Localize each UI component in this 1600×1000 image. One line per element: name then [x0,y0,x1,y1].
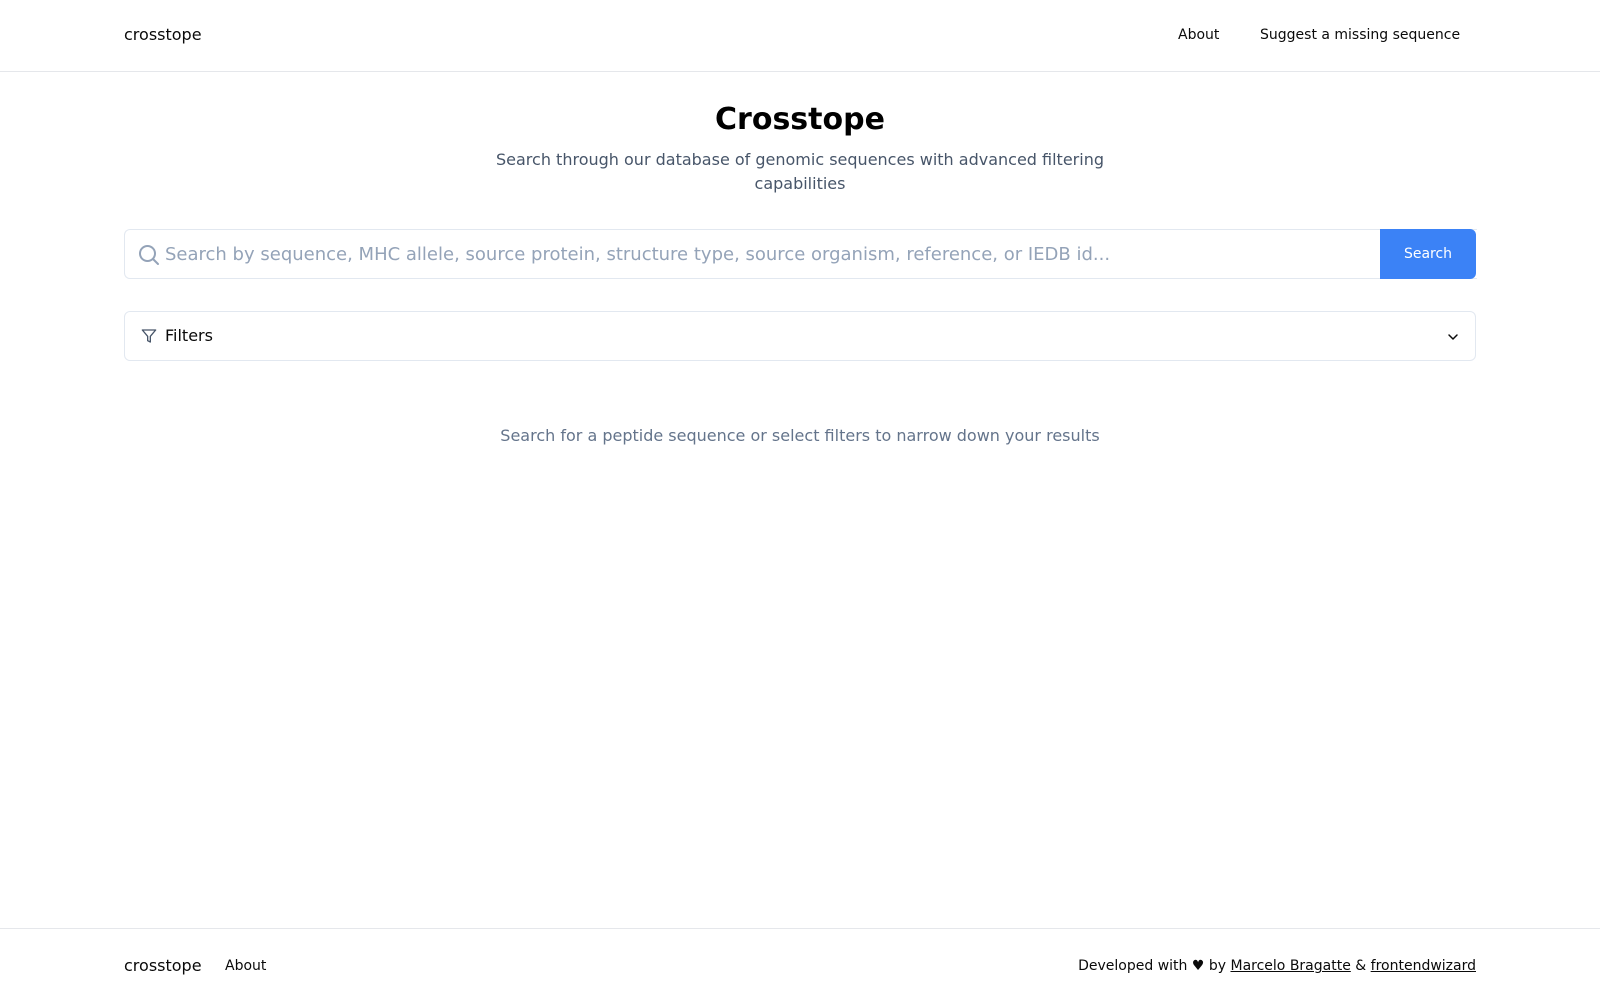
nav-suggest-sequence-link[interactable]: Suggest a missing sequence [1260,27,1460,43]
page: crosstope About Suggest a missing sequen… [0,0,1600,1000]
credits-ampersand: & [1355,958,1367,974]
author-link-marcelo[interactable]: Marcelo Bragatte [1231,958,1351,974]
filter-icon [141,328,157,344]
footer-brand-link[interactable]: crosstope [124,956,202,975]
search-bar [124,229,1477,279]
search-button[interactable]: Search [1380,229,1476,279]
page-title: Crosstope [715,102,885,137]
footer-credits: Developed with ♥ by Marcelo Bragatte & f… [1078,958,1476,974]
nav-about-link[interactable]: About [1178,27,1219,43]
chevron-down-icon [1445,329,1461,345]
footer: crosstope About Developed with ♥ by Marc… [0,928,1600,1000]
footer-about-link[interactable]: About [225,958,266,974]
brand-link[interactable]: crosstope [124,25,202,44]
search-icon [137,243,161,267]
search-input[interactable] [165,230,1465,278]
filters-label: Filters [165,326,213,345]
heart-icon: ♥ [1191,958,1205,974]
page-subtitle: Search through our database of genomic s… [496,150,1104,193]
author-link-frontendwizard[interactable]: frontendwizard [1371,958,1476,974]
filters-toggle[interactable]: Filters [124,311,1476,361]
credits-prefix: Developed with [1078,958,1188,974]
top-header: crosstope About Suggest a missing sequen… [0,0,1600,72]
empty-state-message: Search for a peptide sequence or select … [500,426,1100,445]
credits-by: by [1208,958,1227,974]
